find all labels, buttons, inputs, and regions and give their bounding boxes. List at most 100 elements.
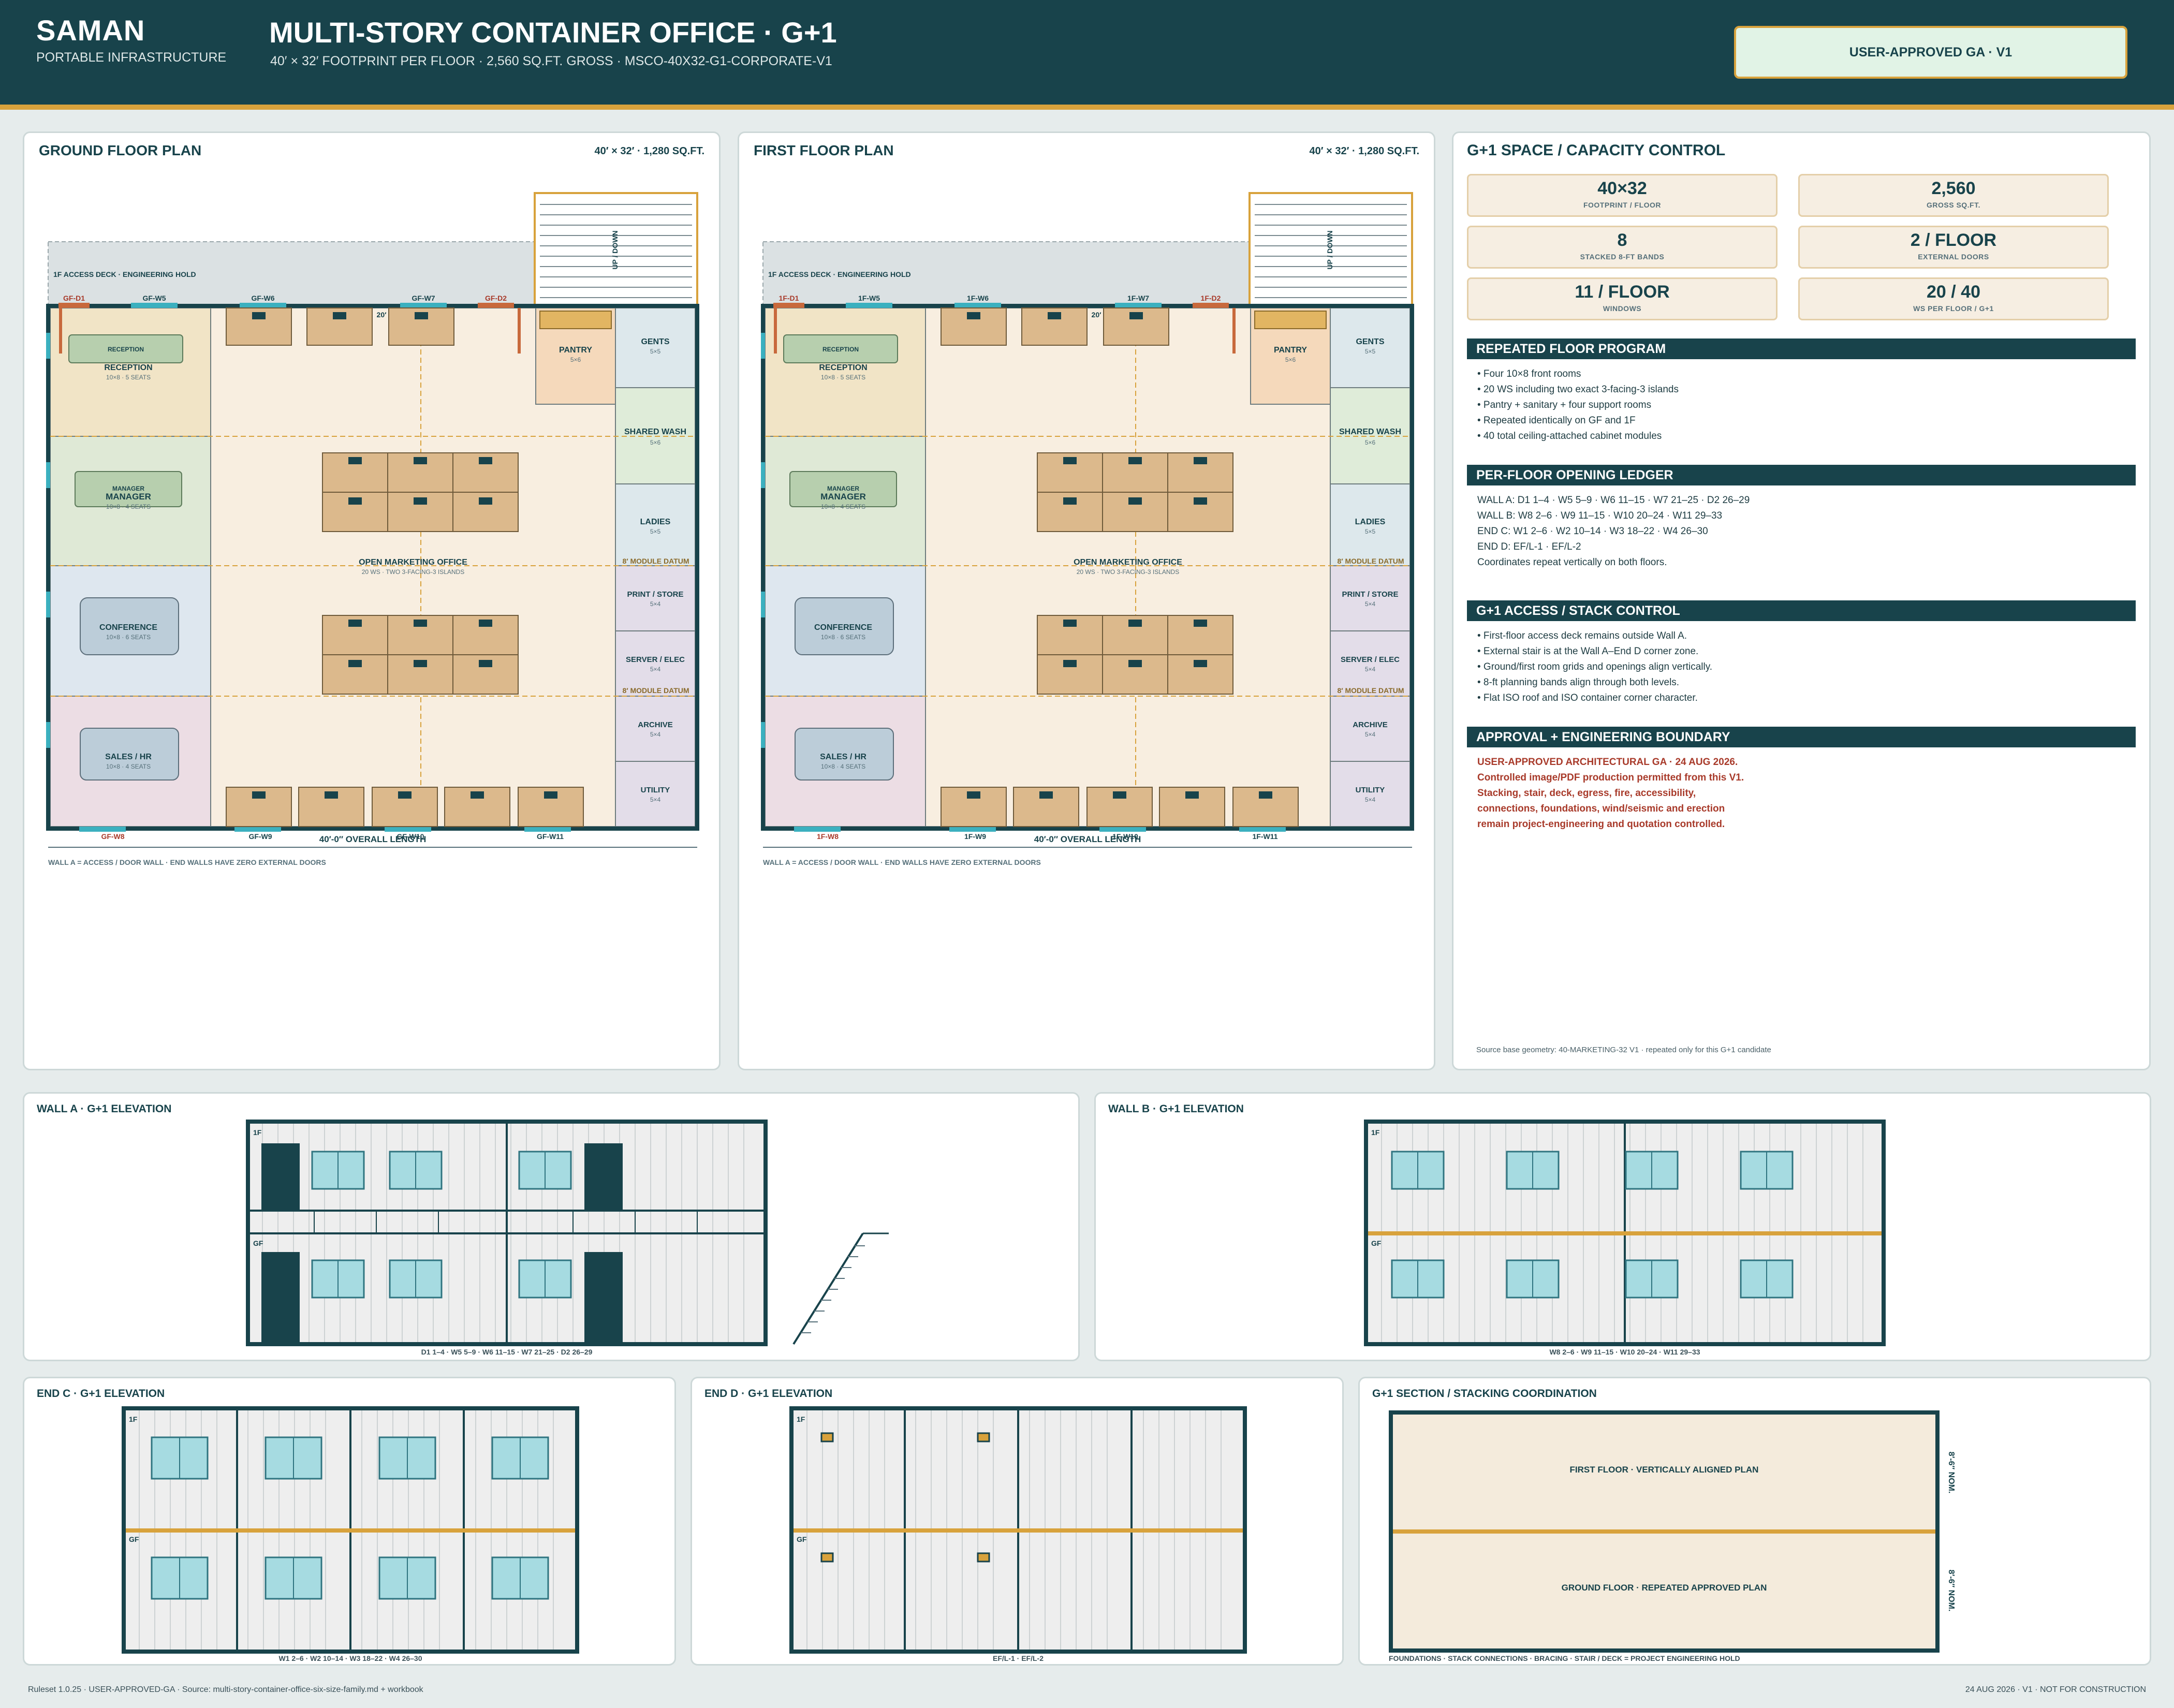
window-w7 bbox=[1115, 303, 1162, 308]
label-gents: GENTS bbox=[1356, 337, 1384, 346]
datum-label-2: 8′ MODULE DATUM bbox=[1337, 686, 1404, 695]
sub-gents: 5×5 bbox=[650, 348, 661, 355]
metric-gross: 2,560 GROSS SQ.FT. bbox=[1798, 174, 2109, 217]
source-note: Source base geometry: 40-MARKETING-32 V1… bbox=[1476, 1046, 1771, 1054]
tag-d1: 1F-D1 bbox=[779, 294, 799, 302]
tag-d2: GF-D2 bbox=[485, 294, 507, 302]
end-d-drawing: 1F GF EF/L-1 · EF/L-2 bbox=[789, 1406, 1247, 1662]
label-server: SERVER / ELEC bbox=[626, 655, 685, 664]
metric-doors: 2 / FLOOR EXTERNAL DOORS bbox=[1798, 226, 2109, 269]
reception-tag: RECEPTION bbox=[108, 346, 144, 353]
wall-b-caption: W8 2–6 · W9 11–15 · W10 20–24 · W11 29–3… bbox=[1549, 1348, 1700, 1356]
manager-tag: MANAGER bbox=[112, 485, 144, 492]
metric-value: 8 bbox=[1617, 230, 1627, 250]
metric-value: 20 / 40 bbox=[1927, 282, 1980, 302]
end-c-caption: W1 2–6 · W2 10–14 · W3 18–22 · W4 26–30 bbox=[278, 1654, 422, 1662]
metric-value: 2,560 bbox=[1931, 179, 1976, 198]
sub-open-office: 20 WS · TWO 3-FACING-3 ISLANDS bbox=[1077, 568, 1179, 576]
label-open-office: OPEN MARKETING OFFICE bbox=[1074, 558, 1182, 567]
sub-server: 5×4 bbox=[1365, 666, 1376, 673]
wall-a-drawing: 1F GF D1 1–4 · W5 5–9 · W6 11–15 · W7 21… bbox=[246, 1120, 889, 1356]
plan-note: WALL A = ACCESS / DOOR WALL · END WALLS … bbox=[48, 858, 326, 866]
sub-archive: 5×4 bbox=[1365, 731, 1376, 738]
end-d-caption: EF/L-1 · EF/L-2 bbox=[993, 1654, 1044, 1662]
level-1f: 1F bbox=[253, 1128, 262, 1137]
first-floor-plan-drawing: 1F ACCESS DECK · ENGINEERING HOLD UP / D… bbox=[761, 192, 1414, 866]
tag-w11: GF-W11 bbox=[537, 832, 564, 841]
header-bar: SAMAN PORTABLE INFRASTRUCTURE MULTI-STOR… bbox=[0, 0, 2174, 110]
label-conference: CONFERENCE bbox=[814, 623, 872, 632]
metric-label: STACKED 8-FT BANDS bbox=[1580, 253, 1665, 261]
list-item: • Pantry + sanitary + four support rooms bbox=[1477, 400, 1652, 410]
metric-bands: 8 STACKED 8-FT BANDS bbox=[1467, 226, 1778, 269]
section-approval: APPROVAL + ENGINEERING BOUNDARY USER-APP… bbox=[1467, 727, 2136, 832]
overall-length: 40′-0″ OVERALL LENGTH bbox=[319, 834, 427, 844]
level-1f: 1F bbox=[129, 1415, 138, 1423]
section-opening-ledger: PER-FLOOR OPENING LEDGER WALL A: D1 1–4 … bbox=[1467, 465, 2136, 570]
sub-print: 5×4 bbox=[1365, 600, 1376, 608]
label-ladies: LADIES bbox=[640, 518, 671, 526]
ground-floor-plan-drawing: 1F ACCESS DECK · ENGINEERING HOLD UP / D… bbox=[46, 192, 699, 866]
window-w7 bbox=[400, 303, 447, 308]
exhaust-fan-1f-1 bbox=[820, 1432, 834, 1442]
sub-archive: 5×4 bbox=[650, 731, 661, 738]
level-1f: 1F bbox=[797, 1415, 805, 1423]
nom-bottom: 8′-6″ NOM. bbox=[1947, 1570, 1956, 1612]
label-utility: UTILITY bbox=[641, 786, 670, 794]
overall-length: 40′-0″ OVERALL LENGTH bbox=[1034, 834, 1141, 844]
page-subtitle: 40′ × 32′ FOOTPRINT PER FLOOR · 2,560 SQ… bbox=[270, 54, 832, 68]
label-server: SERVER / ELEC bbox=[1341, 655, 1400, 664]
label-open-office: OPEN MARKETING OFFICE bbox=[359, 558, 467, 567]
exhaust-fan-gf-1 bbox=[820, 1552, 834, 1563]
window-w6 bbox=[240, 303, 286, 308]
list-item: WALL A: D1 1–4 · W5 5–9 · W6 11–15 · W7 … bbox=[1477, 495, 1750, 506]
section-heading: APPROVAL + ENGINEERING BOUNDARY bbox=[1467, 727, 2136, 747]
metric-value: 40×32 bbox=[1597, 179, 1647, 198]
tag-w5: GF-W5 bbox=[142, 294, 166, 302]
datum-label-2: 8′ MODULE DATUM bbox=[622, 686, 689, 695]
nom-top: 8′-6″ NOM. bbox=[1947, 1452, 1956, 1494]
room-reception bbox=[50, 307, 211, 437]
level-gf: GF bbox=[797, 1535, 807, 1543]
label-manager: MANAGER bbox=[106, 492, 151, 502]
tag-w5: 1F-W5 bbox=[858, 294, 880, 302]
label-shared-wash: SHARED WASH bbox=[624, 428, 686, 436]
list-item: END D: EF/L-1 · EF/L-2 bbox=[1477, 541, 1581, 552]
ground-floor-card: GROUND FLOOR PLAN 40′ × 32′ · 1,280 SQ.F… bbox=[23, 131, 721, 1070]
door-1f-d2 bbox=[584, 1143, 623, 1211]
sub-conference: 10×8 · 6 SEATS bbox=[106, 634, 151, 641]
page-title: MULTI-STORY CONTAINER OFFICE · G+1 bbox=[269, 16, 837, 49]
sub-pantry: 5×6 bbox=[570, 356, 581, 363]
datum-label-1: 8′ MODULE DATUM bbox=[622, 557, 689, 565]
label-ladies: LADIES bbox=[1355, 518, 1386, 526]
tag-w6: 1F-W6 bbox=[967, 294, 989, 302]
level-gf: GF bbox=[1371, 1239, 1382, 1247]
end-d-card: END D · G+1 ELEVATION 1F GF EF/L-1 · EF/… bbox=[691, 1377, 1344, 1666]
sub-utility: 5×4 bbox=[1365, 796, 1376, 803]
section-ground: GROUND FLOOR · REPEATED APPROVED PLAN bbox=[1562, 1583, 1767, 1593]
metric-windows: 11 / FLOOR WINDOWS bbox=[1467, 277, 1778, 320]
end-c-card: END C · G+1 ELEVATION 1F GF W1 2–6 · W2 … bbox=[23, 1377, 676, 1666]
list-item: • Flat ISO roof and ISO container corner… bbox=[1477, 693, 1698, 703]
deck-label: 1F ACCESS DECK · ENGINEERING HOLD bbox=[768, 270, 911, 278]
label-sales: SALES / HR bbox=[820, 753, 866, 761]
label-reception: RECEPTION bbox=[819, 363, 867, 372]
metric-label: GROSS SQ.FT. bbox=[1926, 201, 1980, 209]
sub-open-office: 20 WS · TWO 3-FACING-3 ISLANDS bbox=[362, 568, 464, 576]
section-heading: REPEATED FLOOR PROGRAM bbox=[1467, 338, 2136, 359]
door-d2 bbox=[478, 303, 514, 308]
list-item: • Four 10×8 front rooms bbox=[1477, 369, 1581, 379]
tag-w7: 1F-W7 bbox=[1127, 294, 1149, 302]
sub-reception: 10×8 · 5 SEATS bbox=[106, 374, 151, 381]
section-drawing: FIRST FLOOR · VERTICALLY ALIGNED PLAN GR… bbox=[1389, 1410, 1956, 1662]
sub-sales: 10×8 · 4 SEATS bbox=[821, 763, 865, 770]
stair-label: UP / DOWN bbox=[1326, 230, 1334, 269]
label-pantry: PANTRY bbox=[559, 346, 592, 355]
sub-print: 5×4 bbox=[650, 600, 661, 608]
door-d1 bbox=[58, 303, 90, 308]
sub-manager: 10×8 · 4 SEATS bbox=[821, 503, 865, 510]
sub-conference: 10×8 · 6 SEATS bbox=[821, 634, 865, 641]
tag-w6: GF-W6 bbox=[251, 294, 274, 302]
section-heading: PER-FLOOR OPENING LEDGER bbox=[1467, 465, 2136, 485]
reception-tag: RECEPTION bbox=[822, 346, 859, 353]
